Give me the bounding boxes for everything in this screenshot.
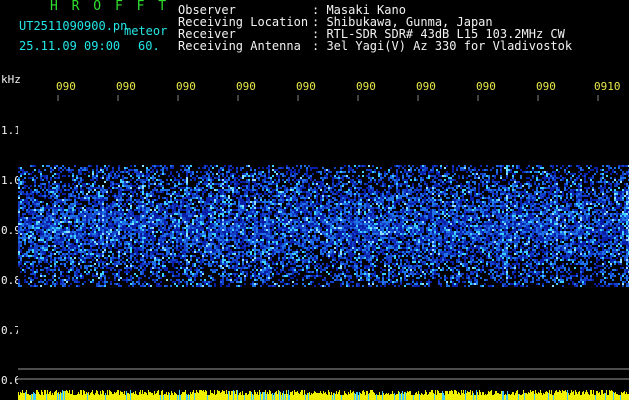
time-tick: 090 bbox=[176, 80, 196, 93]
frequency-unit-label: kHz bbox=[1, 73, 21, 86]
time-tick: 0910 bbox=[594, 80, 621, 93]
time-tick: 090 bbox=[416, 80, 436, 93]
time-tick: 090 bbox=[536, 80, 556, 93]
time-tick: 090 bbox=[476, 80, 496, 93]
time-tick: 090 bbox=[236, 80, 256, 93]
spectrogram bbox=[18, 95, 629, 400]
app-logo: H R O F F T bbox=[50, 0, 170, 14]
interval-value: 60. bbox=[138, 39, 160, 53]
antenna-value: : 3el Yagi(V) Az 330 for Vladivostok bbox=[312, 39, 573, 53]
time-tick: 090 bbox=[56, 80, 76, 93]
antenna-label: Receiving Antenna bbox=[178, 39, 301, 53]
file-name: UT2511090900.pn bbox=[19, 19, 128, 33]
time-tick: 090 bbox=[356, 80, 376, 93]
date-time: 25.11.09 09:00 bbox=[19, 39, 121, 53]
file-type-label: meteor bbox=[124, 24, 168, 38]
time-tick: 090 bbox=[116, 80, 136, 93]
time-tick: 090 bbox=[296, 80, 316, 93]
